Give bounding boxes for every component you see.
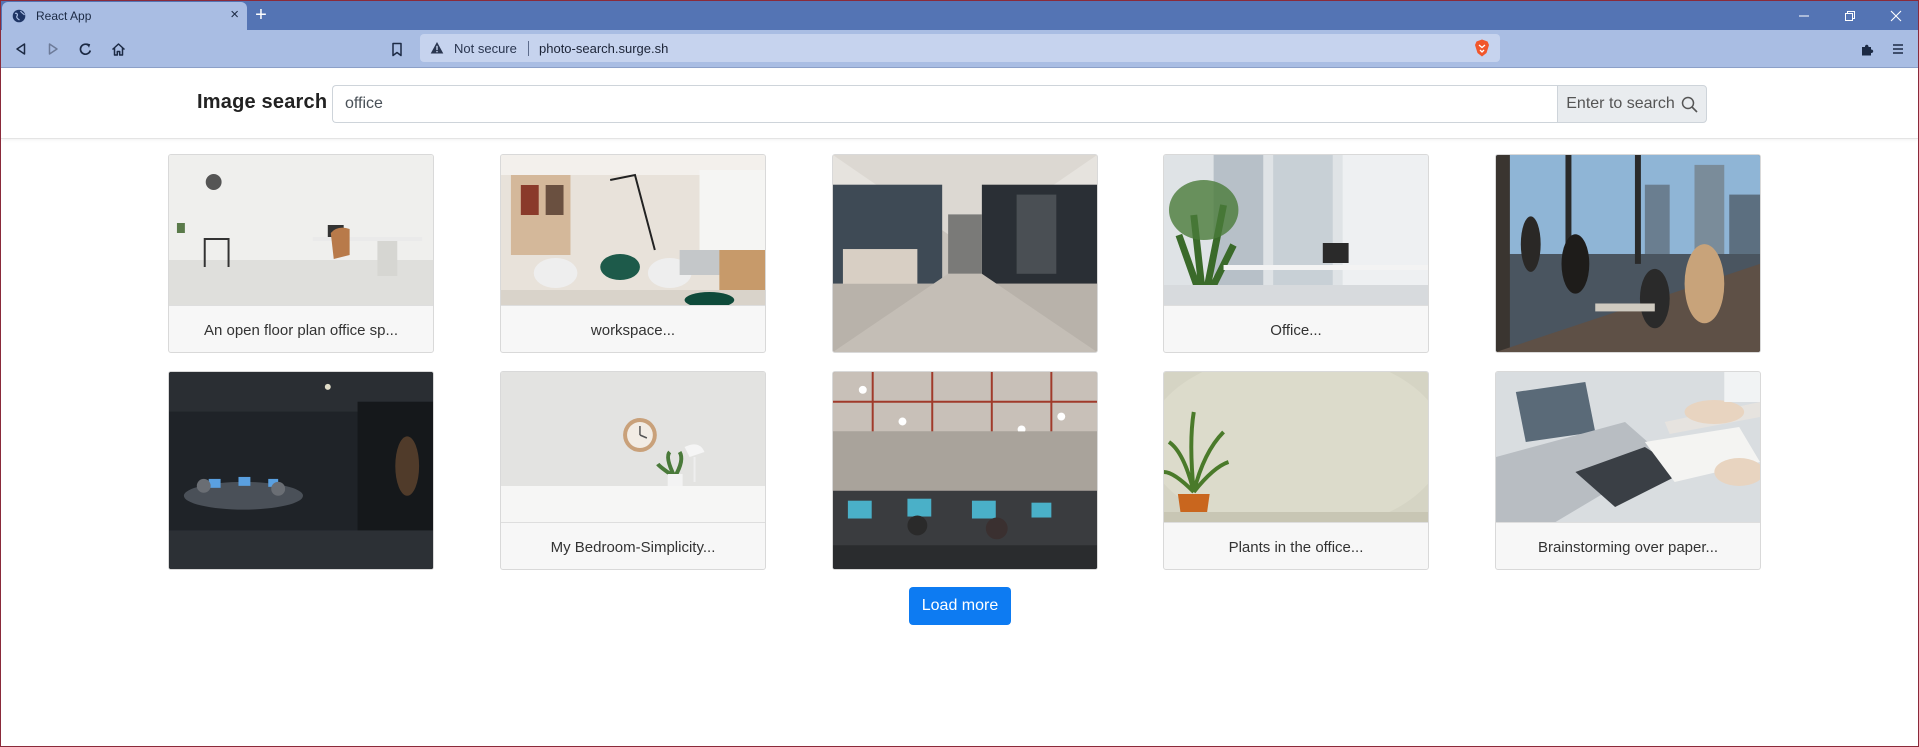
image-card[interactable]	[832, 154, 1098, 353]
search-header: Image search Enter to search	[1, 69, 1918, 139]
reload-button[interactable]	[74, 38, 96, 60]
minimize-button[interactable]	[1781, 1, 1827, 30]
back-icon	[16, 43, 26, 55]
office-window-image	[1164, 155, 1428, 305]
image-card[interactable]: workspace...	[500, 154, 766, 353]
bookmark-icon	[392, 42, 402, 56]
dark-meeting-room-image	[169, 372, 433, 569]
browser-window: React App × + Not secure photo-search.su…	[0, 0, 1919, 747]
home-icon	[111, 42, 125, 56]
search-input[interactable]	[332, 85, 1557, 123]
extensions-button[interactable]	[1856, 38, 1878, 60]
url-text[interactable]: photo-search.surge.sh	[539, 41, 668, 56]
search-button[interactable]: Enter to search	[1557, 85, 1707, 123]
image-card[interactable]: Office...	[1163, 154, 1429, 353]
image-card[interactable]: Brainstorming over paper...	[1495, 371, 1761, 570]
image-caption: Plants in the office...	[1164, 522, 1428, 569]
image-card[interactable]	[168, 371, 434, 570]
restore-icon	[1845, 10, 1855, 21]
image-card[interactable]	[832, 371, 1098, 570]
address-bar[interactable]: Not secure photo-search.surge.sh	[420, 34, 1500, 62]
tab-close-button[interactable]: ×	[230, 7, 239, 23]
image-card[interactable]: Plants in the office...	[1163, 371, 1429, 570]
restore-button[interactable]	[1827, 1, 1873, 30]
puzzle-icon	[1861, 44, 1873, 55]
close-icon	[1890, 10, 1902, 21]
new-tab-button[interactable]: +	[250, 4, 272, 26]
image-caption: workspace...	[501, 305, 765, 352]
page-title: Image search	[197, 91, 328, 113]
load-more-button[interactable]: Load more	[909, 587, 1011, 625]
image-caption: My Bedroom-Simplicity...	[501, 522, 765, 569]
warning-icon	[430, 42, 444, 54]
bookmark-button[interactable]	[386, 38, 408, 60]
security-label[interactable]: Not secure	[454, 41, 517, 56]
image-caption: Brainstorming over paper...	[1496, 522, 1760, 569]
image-card[interactable]: An open floor plan office sp...	[168, 154, 434, 353]
image-caption: Office...	[1164, 305, 1428, 352]
team-office-image	[1496, 155, 1760, 352]
tab-react-app[interactable]: React App ×	[2, 2, 247, 30]
back-button[interactable]	[10, 38, 32, 60]
browser-toolbar: Not secure photo-search.surge.sh	[1, 30, 1918, 68]
forward-icon	[48, 43, 58, 55]
office-desk-image	[169, 155, 433, 305]
hamburger-icon	[1893, 44, 1903, 54]
open-office-lights-image	[833, 372, 1097, 569]
image-card[interactable]	[1495, 154, 1761, 353]
clock-desk-image	[501, 372, 765, 522]
office-plant-image	[1164, 372, 1428, 522]
image-card[interactable]: My Bedroom-Simplicity...	[500, 371, 766, 570]
reload-icon	[79, 42, 91, 55]
brave-shields-icon[interactable]	[1474, 39, 1490, 57]
home-button[interactable]	[107, 38, 129, 60]
workspace-image	[501, 155, 765, 305]
globe-icon	[12, 9, 26, 23]
tab-strip: React App × +	[1, 1, 1918, 30]
address-divider	[528, 41, 529, 56]
forward-button[interactable]	[42, 38, 64, 60]
close-window-button[interactable]	[1873, 1, 1918, 30]
image-caption: An open floor plan office sp...	[169, 305, 433, 352]
search-icon	[1681, 96, 1698, 113]
brainstorming-laptop-image	[1496, 372, 1760, 522]
tab-title: React App	[36, 9, 92, 23]
minimize-icon	[1799, 15, 1809, 16]
web-page: Image search Enter to search An open flo…	[1, 69, 1918, 746]
menu-button[interactable]	[1887, 38, 1909, 60]
search-button-label: Enter to search	[1566, 95, 1675, 112]
office-corridor-image	[833, 155, 1097, 352]
